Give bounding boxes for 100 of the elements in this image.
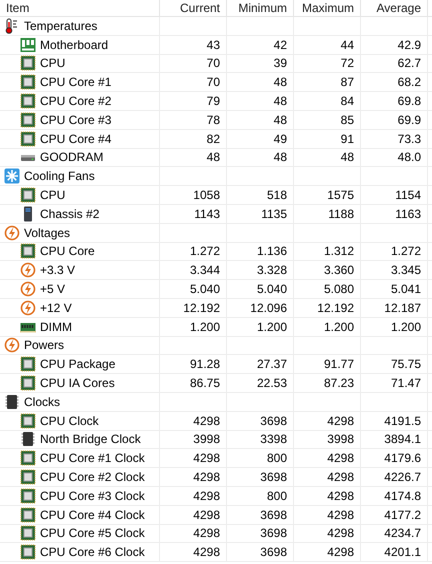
lightning-icon (20, 262, 36, 278)
table-cell: 44 (340, 38, 354, 52)
table-cell: 1.272 (190, 244, 220, 258)
table-cell: 4298 (193, 414, 220, 428)
table-cell: 1.272 (390, 244, 421, 258)
sensor-name: North Bridge Clock (40, 432, 141, 446)
table-cell: 48 (274, 75, 287, 90)
table-cell: 69.9 (398, 112, 421, 127)
group-label: Voltages (24, 226, 70, 240)
table-cell: 3698 (260, 414, 287, 428)
thermometer-icon (4, 18, 20, 34)
table-cell: 79 (206, 94, 220, 108)
table-cell: 4298 (193, 508, 220, 522)
column-header[interactable]: Item (0, 0, 160, 16)
table-cell: 1143 (194, 206, 220, 221)
table-cell: 4174.8 (384, 488, 421, 503)
sensor-name: CPU Clock (40, 414, 99, 428)
motherboard-icon (20, 36, 36, 53)
sensor-name: DIMM (40, 320, 72, 334)
table-cell: 3998 (327, 432, 354, 446)
table-cell: 91.28 (190, 357, 220, 372)
processor-icon (20, 375, 36, 392)
table-cell: 12.192 (183, 300, 220, 315)
sensor-name: Motherboard (40, 38, 108, 52)
processor-icon (20, 525, 36, 542)
table-cell: 3.344 (190, 263, 220, 278)
processor-icon (20, 488, 36, 504)
sensor-name: CPU Core #6 Clock (40, 545, 145, 560)
processor-icon (20, 74, 36, 90)
table-cell: 73.3 (398, 132, 421, 146)
table-cell: 5.040 (256, 282, 287, 296)
table-cell: 3.328 (256, 263, 287, 278)
processor-icon (20, 469, 36, 486)
processor-icon (20, 187, 36, 204)
column-header[interactable]: Current (160, 0, 227, 16)
processor-icon (20, 356, 36, 372)
lightning-icon (20, 300, 36, 316)
table-cell: 4234.7 (384, 526, 421, 540)
table-cell: 1.200 (190, 320, 220, 334)
table-cell: 3698 (260, 526, 287, 540)
column-header[interactable]: Minimum (227, 0, 294, 16)
table-cell: 4298 (327, 414, 354, 428)
table-cell: 1575 (327, 188, 354, 202)
table-cell: 48 (274, 112, 287, 127)
processor-icon (20, 112, 36, 128)
table-cell: 78 (206, 112, 220, 127)
chip-icon (20, 431, 36, 448)
table-cell: 48 (206, 150, 220, 164)
sensor-name: CPU Core #1 (40, 75, 112, 90)
table-cell: 39 (274, 56, 287, 70)
table-cell: 4298 (327, 470, 354, 484)
table-cell: 4298 (193, 488, 220, 503)
table-cell: 12.192 (317, 300, 354, 315)
table-cell: 4191.5 (384, 414, 421, 428)
sensor-name: CPU Core #4 (40, 132, 112, 146)
table-cell: 1058 (193, 188, 220, 202)
lightning-icon (20, 281, 36, 298)
table-cell: 5.041 (390, 282, 421, 296)
table-cell: 68.2 (398, 75, 421, 90)
table-cell: 42.9 (398, 38, 421, 52)
table-cell: 4298 (327, 488, 354, 503)
sensor-name: +12 V (40, 300, 72, 315)
lightning-icon (4, 337, 20, 354)
processor-icon (20, 544, 36, 560)
table-cell: 3998 (193, 432, 220, 446)
column-header[interactable]: Maximum (294, 0, 361, 16)
table-cell: 87 (340, 75, 354, 90)
table-cell: 3894.1 (384, 432, 421, 446)
table-cell: 4226.7 (384, 470, 421, 484)
table-cell: 5.080 (324, 282, 354, 296)
sensor-name: GOODRAM (40, 150, 104, 164)
table-cell: 1.200 (256, 320, 287, 334)
table-cell: 4177.2 (384, 508, 421, 522)
table-cell: 800 (266, 488, 287, 503)
table-cell: 49 (274, 132, 287, 146)
table-cell: 62.7 (398, 56, 421, 70)
group-label: Temperatures (24, 18, 98, 33)
column-header[interactable]: Average (361, 0, 428, 16)
sensor-name: CPU Core #1 Clock (40, 451, 145, 466)
table-cell: 48 (340, 150, 354, 164)
table-cell: 3698 (260, 470, 287, 484)
table-cell: 85 (340, 112, 354, 127)
sensor-name: +3.3 V (40, 263, 76, 278)
table-cell: 4298 (327, 451, 354, 466)
table-cell: 4298 (193, 470, 220, 484)
table-cell: 1163 (395, 206, 421, 221)
sensor-name: CPU (40, 188, 66, 202)
table-cell: 4201.1 (384, 545, 421, 560)
processor-icon (20, 243, 36, 260)
table-cell: 71.47 (390, 376, 421, 390)
sensor-name: CPU Core #3 (40, 112, 112, 127)
table-cell: 42 (274, 38, 287, 52)
table-cell: 3698 (260, 508, 287, 522)
table-cell: 72 (340, 56, 354, 70)
processor-icon (20, 55, 36, 72)
processor-icon (20, 412, 36, 429)
table-cell: 1.200 (324, 320, 354, 334)
lightning-icon (4, 224, 20, 241)
table-cell: 518 (266, 188, 287, 202)
table-cell: 3698 (260, 545, 287, 560)
